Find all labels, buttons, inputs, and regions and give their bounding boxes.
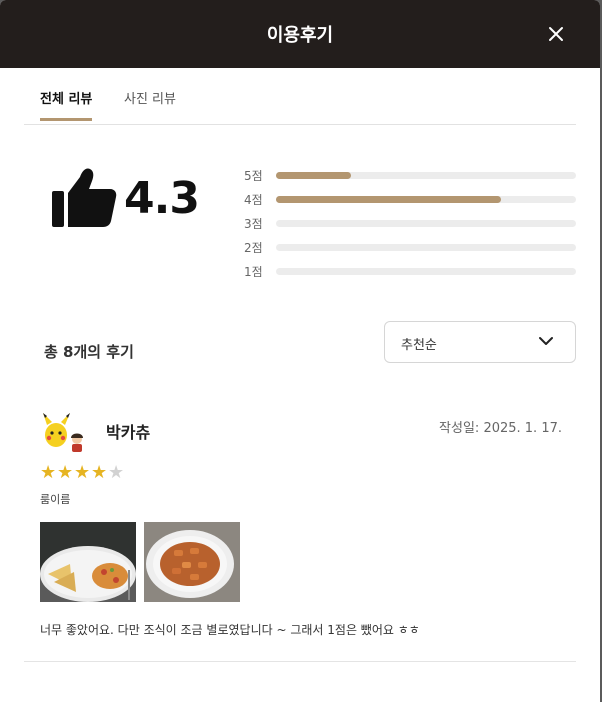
dist-row-5: 5점 xyxy=(244,165,576,189)
tab-all-reviews[interactable]: 전체 리뷰 xyxy=(40,88,93,121)
star-icon: ★ xyxy=(91,462,107,483)
dist-bar-fill xyxy=(276,172,351,179)
dist-bar-track xyxy=(276,172,576,179)
dist-bar-track xyxy=(276,268,576,275)
dist-label: 4점 xyxy=(244,193,263,207)
review-text: 너무 좋았어요. 다만 조식이 조금 별로였답니다 ~ 그래서 1점은 뺐어요 … xyxy=(40,623,420,637)
sort-selected-value: 추천순 xyxy=(401,338,437,353)
dist-row-1: 1점 xyxy=(244,261,576,285)
star-icon: ★ xyxy=(57,462,73,483)
dist-label: 5점 xyxy=(244,169,263,183)
close-icon[interactable] xyxy=(546,24,566,44)
tteokbokki-plate-photo[interactable] xyxy=(144,522,240,602)
room-name: 룸이름 xyxy=(40,493,71,506)
dist-label: 3점 xyxy=(244,217,263,231)
sort-dropdown[interactable]: 추천순 xyxy=(384,321,576,363)
star-empty-icon: ★ xyxy=(108,462,124,483)
dist-bar-fill xyxy=(276,196,501,203)
dist-row-4: 4점 xyxy=(244,189,576,213)
review-date: 작성일: 2025. 1. 17. xyxy=(439,421,562,436)
breakfast-plate-photo[interactable] xyxy=(40,522,136,602)
average-rating: 4.3 xyxy=(124,173,200,224)
total-review-count: 총 8개의 후기 xyxy=(44,343,134,361)
rating-summary: 4.3 5점 4점 3점 2점 1점 xyxy=(0,165,600,285)
dist-label: 2점 xyxy=(244,241,263,255)
modal-header: 이용후기 xyxy=(0,0,600,68)
reviewer-name: 박카츄 xyxy=(106,423,151,442)
review-tabs: 전체 리뷰 사진 리뷰 xyxy=(24,68,576,125)
rating-distribution: 5점 4점 3점 2점 1점 xyxy=(244,165,576,285)
dist-bar-track xyxy=(276,244,576,251)
dist-row-3: 3점 xyxy=(244,213,576,237)
review-list-header: 총 8개의 후기 추천순 xyxy=(24,321,576,365)
divider xyxy=(24,661,576,662)
dist-row-2: 2점 xyxy=(244,237,576,261)
dist-bar-track xyxy=(276,220,576,227)
chevron-down-icon xyxy=(539,337,553,345)
star-icon: ★ xyxy=(74,462,90,483)
dist-bar-track xyxy=(276,196,576,203)
modal-title: 이용후기 xyxy=(266,25,334,46)
thumbs-up-icon xyxy=(52,168,117,227)
tab-photo-reviews[interactable]: 사진 리뷰 xyxy=(124,88,176,121)
avatar xyxy=(43,413,83,452)
star-icon: ★ xyxy=(40,462,56,483)
star-rating: ★ ★ ★ ★ ★ xyxy=(40,463,125,483)
dist-label: 1점 xyxy=(244,265,263,279)
review-modal: 이용후기 전체 리뷰 사진 리뷰 4.3 5점 4점 3점 2점 1점 총 8개… xyxy=(0,0,600,702)
